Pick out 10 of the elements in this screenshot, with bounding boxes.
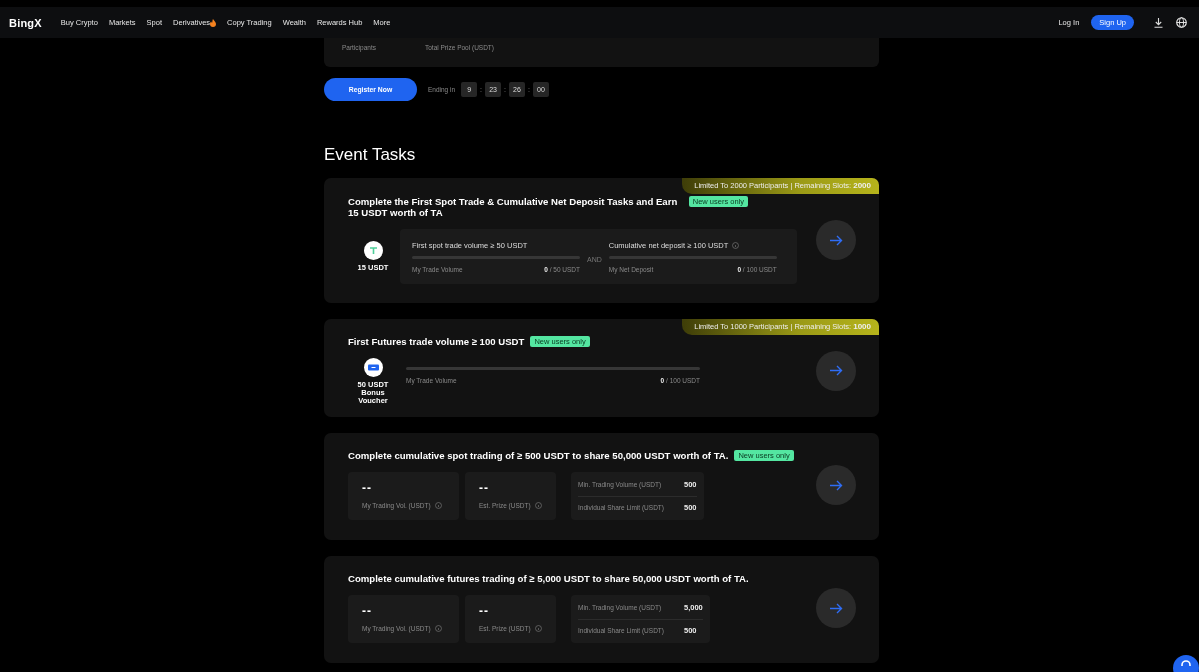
stat-value: --: [362, 482, 373, 494]
task-title: Complete the First Spot Trade & Cumulative Net Deposit Tasks and Earn 15 USDT worth of TA: [348, 196, 679, 218]
task-title: Complete cumulative futures trading of ≥ 5,000 USDT to share 50,000 USDT worth of TA.: [348, 573, 749, 584]
stat-value: --: [479, 482, 490, 494]
task-title: Complete cumulative spot trading of ≥ 500 USDT to share 50,000 USDT worth of TA.: [348, 450, 729, 461]
logo[interactable]: BingX: [9, 16, 42, 29]
stat-value: --: [479, 605, 490, 617]
task-title: First Futures trade volume ≥ 100 USDT: [348, 336, 525, 347]
section-title: Event Tasks: [324, 145, 417, 165]
stat-value: --: [362, 605, 373, 617]
